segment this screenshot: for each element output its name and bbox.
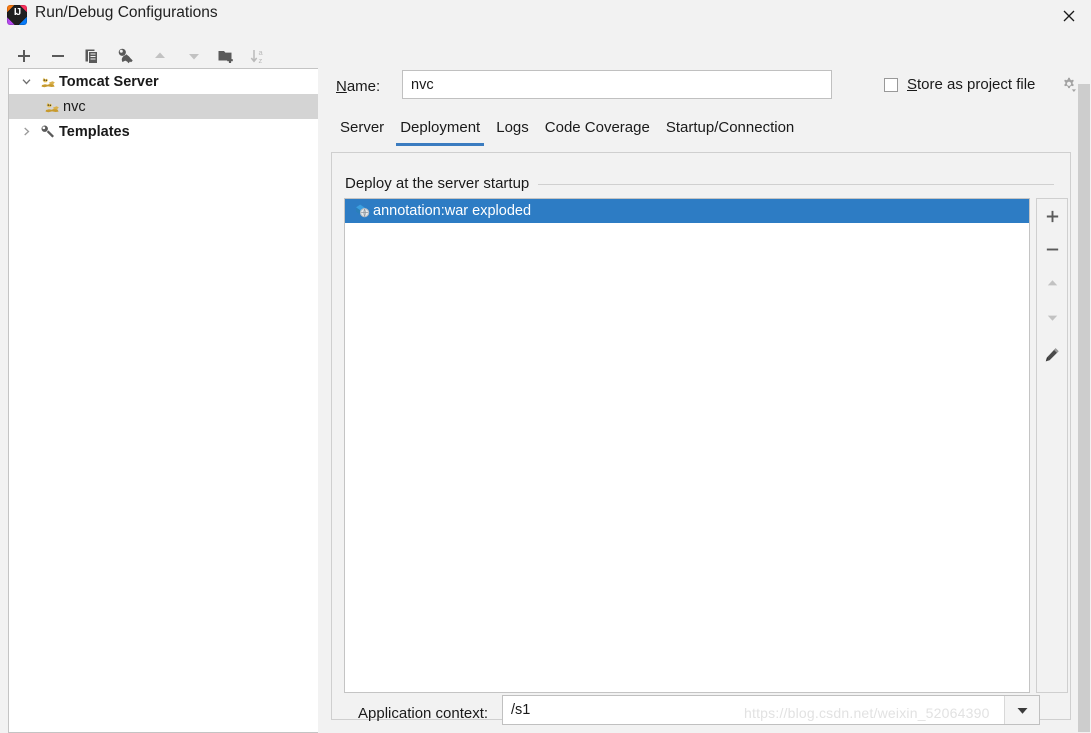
artifact-war-icon xyxy=(351,203,373,219)
chevron-right-icon[interactable] xyxy=(15,126,37,137)
close-button[interactable] xyxy=(1046,0,1091,31)
tab-label: Startup/Connection xyxy=(665,119,795,136)
arrow-down-icon xyxy=(189,54,199,60)
artifact-label: annotation:war exploded xyxy=(373,203,532,219)
move-artifact-up-button[interactable] xyxy=(1037,268,1067,299)
plus-icon xyxy=(1046,210,1058,223)
tree-item-tomcat-server[interactable]: Tomcat Server xyxy=(9,69,318,94)
wrench-icon xyxy=(37,124,59,140)
edit-templates-button[interactable] xyxy=(112,42,140,70)
chevron-down-icon[interactable] xyxy=(15,76,37,87)
configurations-sidebar: a z Tomcat Server nvc Templates xyxy=(0,32,318,733)
add-artifact-button[interactable] xyxy=(1037,201,1067,232)
tab-label: Logs xyxy=(496,119,529,136)
tab-label: Deployment xyxy=(400,119,481,136)
deploy-at-startup-title: Deploy at the server startup xyxy=(345,175,538,192)
tomcat-icon xyxy=(41,100,63,114)
store-as-project-file-row[interactable]: Store as project file xyxy=(884,76,1035,93)
dialog-scrollbar-track[interactable] xyxy=(1076,32,1091,733)
plus-icon xyxy=(18,50,30,62)
name-label: Name: xyxy=(336,78,380,95)
application-context-dropdown-button[interactable] xyxy=(1004,696,1039,724)
remove-configuration-button[interactable] xyxy=(44,42,72,70)
tab-logs[interactable]: Logs xyxy=(488,116,537,148)
artifacts-side-toolbar xyxy=(1036,198,1068,693)
dialog-title: Run/Debug Configurations xyxy=(35,4,218,21)
application-context-input[interactable] xyxy=(503,696,1005,724)
title-bar: Run/Debug Configurations xyxy=(0,0,1091,32)
name-label-rest: ame: xyxy=(346,78,381,95)
group-separator xyxy=(538,184,1054,185)
arrow-up-icon xyxy=(155,52,165,58)
store-label-mnemonic: S xyxy=(907,76,918,93)
folder-add-icon xyxy=(218,51,233,63)
move-artifact-down-button[interactable] xyxy=(1037,302,1067,333)
minus-icon xyxy=(52,55,64,57)
svg-text:z: z xyxy=(259,56,263,65)
edit-artifact-button[interactable] xyxy=(1037,339,1067,370)
chevron-down-icon xyxy=(1017,707,1027,714)
tab-label: Server xyxy=(340,119,385,136)
wrench-icon xyxy=(118,48,133,64)
tree-item-label: Tomcat Server xyxy=(59,73,159,90)
remove-artifact-button[interactable] xyxy=(1037,234,1067,265)
name-input[interactable] xyxy=(402,70,832,99)
arrow-down-icon xyxy=(1047,315,1057,321)
move-up-button[interactable] xyxy=(146,42,174,70)
deployment-panel: Deploy at the server startup annotation:… xyxy=(331,152,1071,725)
configuration-editor-panel: Name: Store as project file Server Deplo… xyxy=(318,32,1091,733)
tab-startup-connection[interactable]: Startup/Connection xyxy=(658,116,802,148)
artifact-row[interactable]: annotation:war exploded xyxy=(345,199,1029,223)
application-context-label: Application context: xyxy=(358,705,489,722)
artifacts-list[interactable]: annotation:war exploded xyxy=(344,198,1030,693)
pencil-icon xyxy=(1045,347,1059,361)
arrow-up-icon xyxy=(1047,280,1057,286)
editor-tabs: Server Deployment Logs Code Coverage Sta… xyxy=(332,116,802,154)
tree-item-label: nvc xyxy=(63,98,86,115)
tree-item-nvc[interactable]: nvc xyxy=(9,94,318,119)
store-as-project-file-checkbox[interactable] xyxy=(884,77,898,92)
tab-label: Code Coverage xyxy=(544,119,650,136)
store-label-rest: tore as project file xyxy=(917,76,1036,93)
intellij-idea-logo-icon xyxy=(7,5,27,25)
tree-item-templates[interactable]: Templates xyxy=(9,119,318,144)
configurations-tree[interactable]: Tomcat Server nvc Templates xyxy=(8,68,318,733)
tab-server[interactable]: Server xyxy=(332,116,392,148)
store-as-project-file-label: Store as project file xyxy=(907,76,1035,93)
new-folder-button[interactable] xyxy=(212,42,240,70)
tree-item-label: Templates xyxy=(59,123,130,140)
run-debug-configurations-dialog: Run/Debug Configurations xyxy=(0,0,1091,733)
move-down-button[interactable] xyxy=(180,42,208,70)
name-label-mnemonic: N xyxy=(336,78,347,95)
tab-code-coverage[interactable]: Code Coverage xyxy=(537,116,658,148)
sort-alphabetically-button[interactable]: a z xyxy=(244,42,272,70)
add-configuration-button[interactable] xyxy=(10,42,38,70)
tab-deployment[interactable]: Deployment xyxy=(392,116,488,148)
sort-az-icon: a z xyxy=(250,48,264,65)
tab-active-underline xyxy=(396,143,485,146)
application-context-combobox[interactable] xyxy=(502,695,1040,725)
copy-icon xyxy=(85,49,98,64)
copy-configuration-button[interactable] xyxy=(78,42,106,70)
close-icon xyxy=(1063,10,1074,21)
tomcat-icon xyxy=(37,75,59,89)
dialog-scrollbar-thumb[interactable] xyxy=(1078,84,1090,732)
minus-icon xyxy=(1046,248,1058,251)
